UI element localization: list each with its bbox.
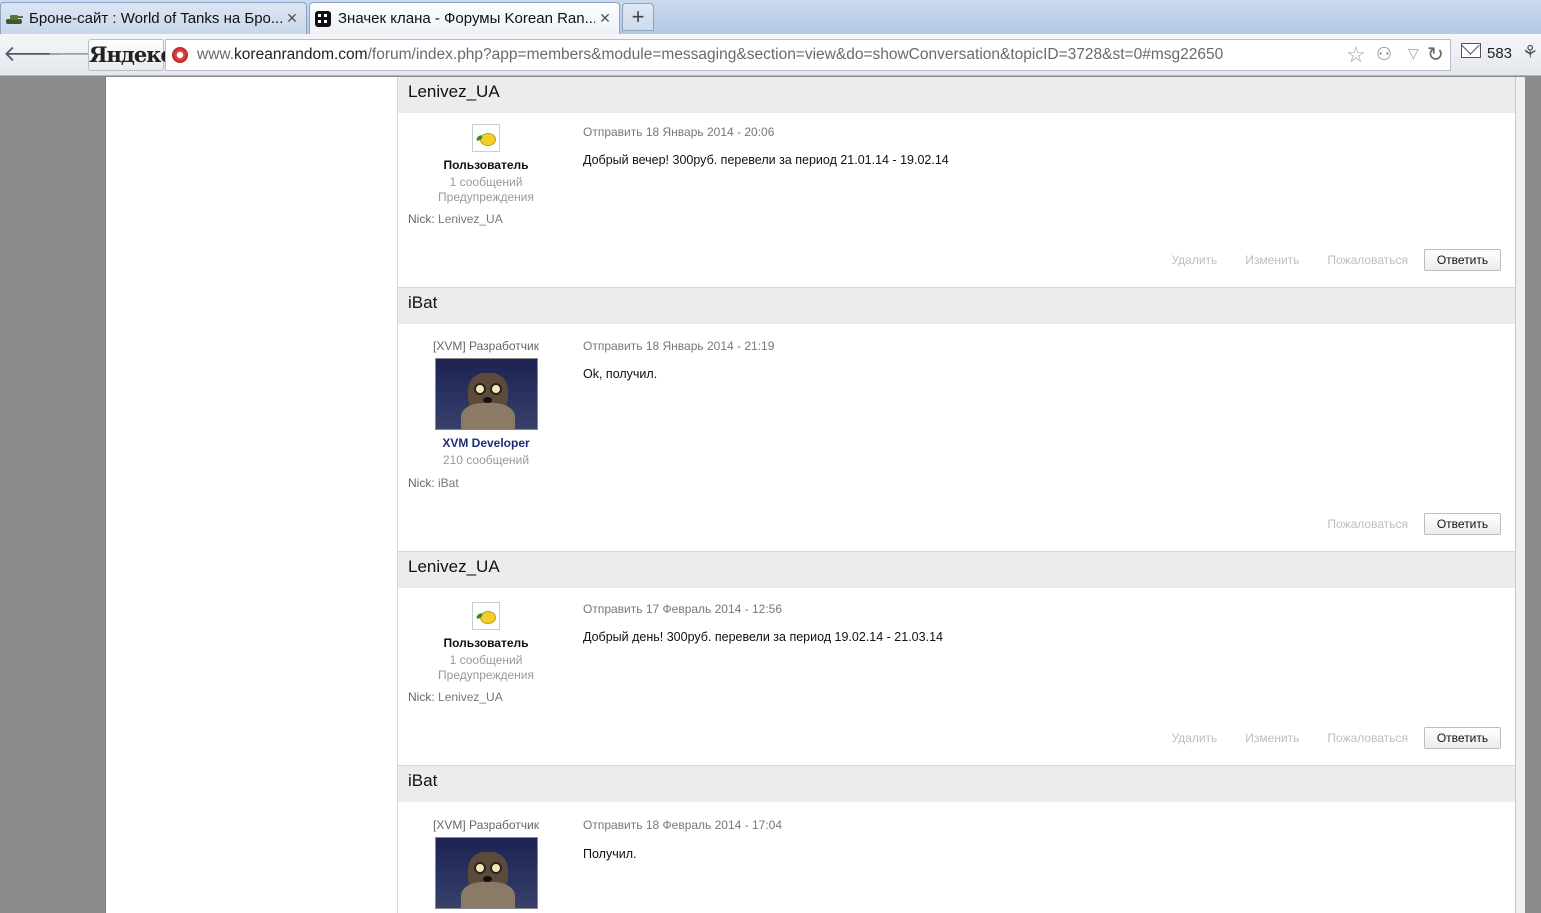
post-actions: Пожаловаться Ответить (1299, 513, 1501, 535)
message-post: Lenivez_UA Пользователь 1 сообщений Пред… (398, 552, 1517, 766)
reply-button[interactable]: Ответить (1424, 249, 1501, 271)
user-role: Пользователь (443, 636, 529, 650)
reply-button[interactable]: Ответить (1424, 727, 1501, 749)
post-actions: Удалить Изменить Пожаловаться Ответить (1143, 249, 1501, 271)
avatar[interactable] (434, 358, 538, 430)
report-link[interactable]: Пожаловаться (1327, 253, 1408, 267)
reply-button[interactable]: Ответить (1424, 513, 1501, 535)
bookmark-star-icon[interactable]: ☆ (1346, 42, 1366, 68)
tab-korean-random[interactable]: Значек клана - Форумы Korean Ran... ✕ (309, 2, 620, 34)
tab-strip: Броне-сайт : World of Tanks на Бро... ✕ … (0, 0, 1541, 34)
edit-link[interactable]: Изменить (1245, 731, 1299, 745)
author-info: [XVM] Разработчик (398, 818, 574, 909)
post-count: 210 сообщений (442, 453, 530, 467)
message-text: Ok, получил. (583, 367, 658, 381)
warnings-link[interactable]: Предупреждения (398, 668, 574, 682)
avatar[interactable] (434, 837, 538, 909)
post-count: 1 сообщений (449, 175, 523, 189)
lemon-avatar-icon[interactable] (472, 602, 500, 630)
user-group: [XVM] Разработчик (433, 818, 539, 832)
post-author-header[interactable]: Lenivez_UA (398, 77, 1517, 113)
message-post: Lenivez_UA Пользователь 1 сообщений Пред… (398, 77, 1517, 288)
site-security-icon[interactable] (172, 47, 188, 63)
post-actions: Удалить Изменить Пожаловаться Ответить (1143, 727, 1501, 749)
delete-link[interactable]: Удалить (1171, 253, 1217, 267)
chevron-down-icon[interactable]: ▽ (1408, 45, 1419, 62)
edit-link[interactable]: Изменить (1245, 253, 1299, 267)
yandex-search-button[interactable]: Яндекс (88, 39, 173, 71)
reload-icon[interactable]: ↻ (1427, 42, 1444, 67)
conversation-column: Lenivez_UA Пользователь 1 сообщений Пред… (397, 77, 1517, 913)
url-text[interactable]: www.koreanrandom.com/forum/index.php?app… (197, 46, 1223, 64)
delete-link[interactable]: Удалить (1171, 731, 1217, 745)
message-text: Добрый день! 300руб. перевели за период … (583, 630, 943, 644)
site-logo-icon (315, 10, 331, 27)
lemon-avatar-icon[interactable] (472, 124, 500, 152)
warnings-link[interactable]: Предупреждения (398, 190, 574, 204)
author-info: [XVM] Разработчик XVM Developer 210 сооб… (398, 339, 574, 467)
close-icon[interactable]: ✕ (595, 10, 615, 27)
tab-title: Значек клана - Форумы Korean Ran... (338, 10, 595, 27)
nick-line: Nick: Lenivez_UA (408, 212, 503, 226)
tab-brone-site[interactable]: Броне-сайт : World of Tanks на Бро... ✕ (0, 2, 307, 34)
author-info: Пользователь 1 сообщений Предупреждения (398, 602, 574, 682)
post-count: 1 сообщений (449, 653, 523, 667)
tank-icon (6, 14, 23, 24)
author-info: Пользователь 1 сообщений Предупреждения (398, 124, 574, 204)
message-text: Получил. (583, 847, 637, 861)
user-role: Пользователь (443, 158, 529, 172)
message-date: Отправить 18 Февраль 2014 - 17:04 (583, 818, 783, 832)
forward-arrow-icon[interactable]: 🡒 (47, 42, 106, 68)
mail-count[interactable]: 583 (1487, 45, 1512, 62)
mail-icon[interactable] (1461, 43, 1481, 58)
reader-glasses-icon[interactable]: ⚇ (1376, 44, 1392, 65)
address-bar[interactable]: www.koreanrandom.com/forum/index.php?app… (165, 39, 1451, 71)
user-group: [XVM] Разработчик (433, 339, 539, 353)
message-date: Отправить 18 Январь 2014 - 21:19 (583, 339, 775, 353)
close-icon[interactable]: ✕ (282, 10, 302, 27)
message-text: Добрый вечер! 300руб. перевели за период… (583, 153, 949, 167)
user-role: XVM Developer (442, 436, 530, 450)
forum-page: Lenivez_UA Пользователь 1 сообщений Пред… (105, 77, 1525, 913)
nick-line: Nick: Lenivez_UA (408, 690, 503, 704)
yandex-logo: Яндекс (89, 42, 173, 67)
message-date: Отправить 18 Январь 2014 - 20:06 (583, 125, 775, 139)
new-tab-button[interactable]: + (622, 3, 654, 31)
nick-line: Nick: iBat (408, 476, 459, 490)
extension-icon[interactable]: ⚘ (1522, 42, 1538, 63)
post-author-header[interactable]: iBat (398, 288, 1517, 324)
page-right-edge (1515, 77, 1525, 913)
browser-toolbar: 🡐 🡒 Яндекс www.koreanrandom.com/forum/in… (0, 34, 1541, 76)
message-date: Отправить 17 Февраль 2014 - 12:56 (583, 602, 783, 616)
message-post: iBat [XVM] Разработчик XVM Developer 210… (398, 288, 1517, 552)
post-author-header[interactable]: Lenivez_UA (398, 552, 1517, 588)
back-arrow-icon[interactable]: 🡐 (3, 42, 62, 68)
tab-title: Броне-сайт : World of Tanks на Бро... (29, 10, 282, 27)
post-author-header[interactable]: iBat (398, 766, 1517, 802)
message-post: iBat [XVM] Разработчик Отправить 18 Февр… (398, 766, 1517, 913)
report-link[interactable]: Пожаловаться (1327, 517, 1408, 531)
report-link[interactable]: Пожаловаться (1327, 731, 1408, 745)
